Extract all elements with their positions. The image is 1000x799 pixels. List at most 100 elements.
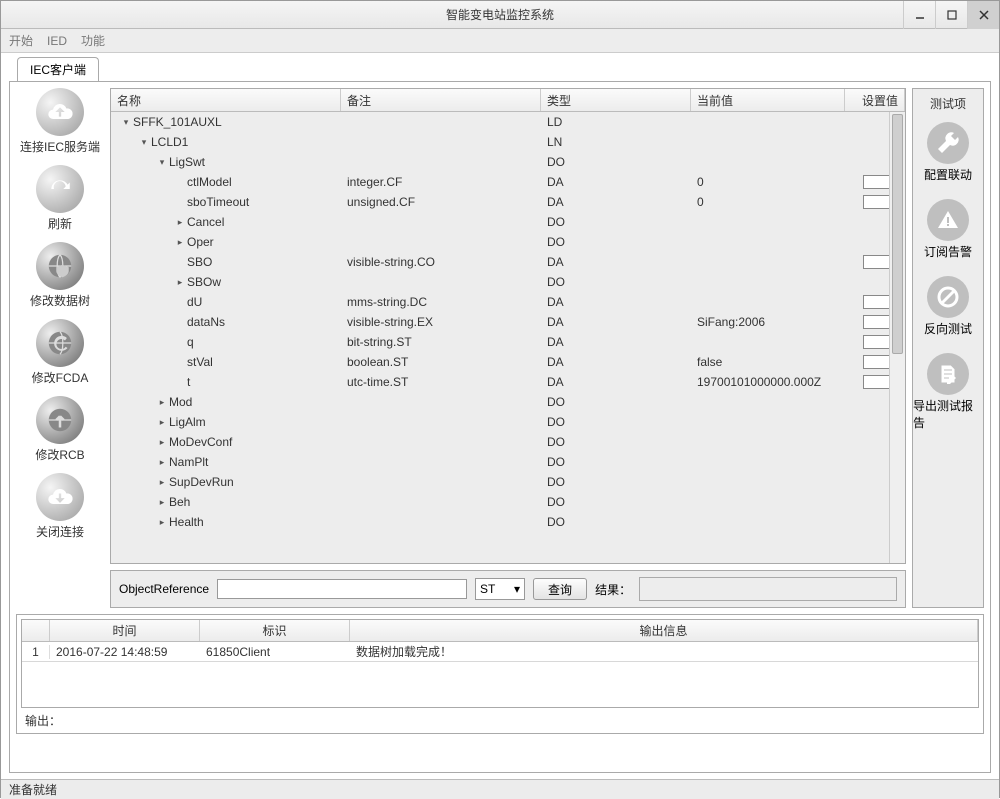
log-col-msg[interactable]: 输出信息 <box>350 620 978 641</box>
tree-node-type: DA <box>541 175 691 189</box>
connect-iec-button[interactable]: 连接IEC服务端 <box>20 88 100 155</box>
export-report-button[interactable]: 导出测试报告 <box>913 353 983 431</box>
tree-row[interactable]: ▸NamPlt DO <box>111 452 905 472</box>
tree-expander-icon[interactable]: ▸ <box>157 517 167 528</box>
data-tree-grid[interactable]: 名称 备注 类型 当前值 设置值 ▾SFFK_101AUXLLD▾LCLD1LN… <box>110 88 906 564</box>
globe-shield-icon <box>36 242 84 290</box>
tree-expander-icon[interactable]: ▸ <box>157 457 167 468</box>
tree-expander-icon[interactable]: ▾ <box>121 117 131 128</box>
tree-row[interactable]: stValboolean.STDAfalse <box>111 352 905 372</box>
tree-node-type: DA <box>541 295 691 309</box>
refresh-label: 刷新 <box>48 215 72 232</box>
tree-row[interactable]: dataNsvisible-string.EXDASiFang:2006 <box>111 312 905 332</box>
vertical-scrollbar[interactable] <box>889 112 905 563</box>
close-button[interactable] <box>967 1 999 29</box>
subscribe-alarm-button[interactable]: 订阅告警 <box>924 199 972 260</box>
log-table: 时间 标识 输出信息 1 2016-07-22 14:48:59 61850Cl… <box>21 619 979 708</box>
close-connection-button[interactable]: 关闭连接 <box>36 473 84 540</box>
modify-rcb-button[interactable]: 修改RCB <box>35 396 84 463</box>
tree-node-name: Beh <box>169 495 190 509</box>
grid-header: 名称 备注 类型 当前值 设置值 <box>111 89 905 112</box>
refresh-button[interactable]: 刷新 <box>36 165 84 232</box>
window-controls <box>903 1 999 29</box>
tree-node-remark: integer.CF <box>341 175 541 189</box>
tree-expander-icon[interactable]: ▸ <box>157 397 167 408</box>
col-curval[interactable]: 当前值 <box>691 89 845 111</box>
log-cell-flag: 61850Client <box>200 645 350 659</box>
cloud-upload-icon <box>36 88 84 136</box>
tree-row[interactable]: sboTimeoutunsigned.CFDA0 <box>111 192 905 212</box>
tree-node-type: DO <box>541 515 691 529</box>
tree-expander-icon[interactable]: ▾ <box>139 137 149 148</box>
result-label: 结果： <box>595 581 631 598</box>
modify-fcda-label: 修改FCDA <box>32 369 89 386</box>
globe-refresh-icon <box>36 319 84 367</box>
tree-node-type: DA <box>541 375 691 389</box>
menu-start[interactable]: 开始 <box>9 32 33 49</box>
tree-row[interactable]: ▸SBOwDO <box>111 272 905 292</box>
tree-node-type: DO <box>541 455 691 469</box>
maximize-button[interactable] <box>935 1 967 29</box>
close-connection-label: 关闭连接 <box>36 523 84 540</box>
tree-expander-icon[interactable]: ▸ <box>175 217 185 228</box>
tree-expander-icon[interactable]: ▾ <box>157 157 167 168</box>
tree-node-type: DA <box>541 255 691 269</box>
tree-row[interactable]: ▸HealthDO <box>111 512 905 532</box>
col-setval[interactable]: 设置值 <box>845 89 905 111</box>
tree-expander-icon[interactable]: ▸ <box>175 237 185 248</box>
config-link-button[interactable]: 配置联动 <box>924 122 972 183</box>
tree-row[interactable]: ▸BehDO <box>111 492 905 512</box>
status-bar: 准备就绪 <box>1 779 999 799</box>
tree-node-name: LigSwt <box>169 155 205 169</box>
menu-function[interactable]: 功能 <box>81 32 105 49</box>
tree-row[interactable]: ▸ModDO <box>111 392 905 412</box>
object-reference-input[interactable] <box>217 579 467 599</box>
tree-row[interactable]: ▾SFFK_101AUXL LD <box>111 112 905 132</box>
tree-expander-icon[interactable]: ▸ <box>175 277 185 288</box>
tree-expander-icon[interactable]: ▸ <box>157 497 167 508</box>
tree-row[interactable]: SBOvisible-string.CODA <box>111 252 905 272</box>
tree-row[interactable]: ▸SupDevRunDO <box>111 472 905 492</box>
col-remark[interactable]: 备注 <box>341 89 541 111</box>
modify-tree-button[interactable]: 修改数据树 <box>30 242 90 309</box>
menu-ied[interactable]: IED <box>47 34 67 48</box>
modify-fcda-button[interactable]: 修改FCDA <box>32 319 89 386</box>
tree-expander-icon[interactable]: ▸ <box>157 417 167 428</box>
right-toolbar: 测试项 配置联动 订阅告警 反向测试 导出测试报告 <box>912 88 984 608</box>
tree-row[interactable]: ▸MoDevConfDO <box>111 432 905 452</box>
tree-node-type: LD <box>541 115 691 129</box>
tree-node-name: dU <box>187 295 202 309</box>
tree-row[interactable]: tutc-time.STDA19700101000000.000Z <box>111 372 905 392</box>
tree-node-remark: unsigned.CF <box>341 195 541 209</box>
wrench-icon <box>927 122 969 164</box>
tree-row[interactable]: ▾LigSwt DO <box>111 152 905 172</box>
col-name[interactable]: 名称 <box>111 89 341 111</box>
tree-expander-icon[interactable]: ▸ <box>157 477 167 488</box>
tree-row[interactable]: ctlModelinteger.CFDA0 <box>111 172 905 192</box>
tree-node-type: DA <box>541 355 691 369</box>
col-type[interactable]: 类型 <box>541 89 691 111</box>
tree-node-name: NamPlt <box>169 455 208 469</box>
tree-row[interactable]: ▾LCLD1LN <box>111 132 905 152</box>
cloud-download-icon <box>36 473 84 521</box>
log-cell-msg: 数据树加载完成！ <box>350 643 978 660</box>
tree-row[interactable]: ▸CancelDO <box>111 212 905 232</box>
tree-node-name: SFFK_101AUXL <box>133 115 222 129</box>
tab-iec-client[interactable]: IEC客户端 <box>17 57 99 81</box>
log-row[interactable]: 1 2016-07-22 14:48:59 61850Client 数据树加载完… <box>22 642 978 662</box>
tree-expander-icon[interactable]: ▸ <box>157 437 167 448</box>
tree-node-name: Mod <box>169 395 192 409</box>
minimize-button[interactable] <box>903 1 935 29</box>
log-col-flag[interactable]: 标识 <box>200 620 350 641</box>
tree-node-name: SBOw <box>187 275 221 289</box>
tree-row[interactable]: ▸OperDO <box>111 232 905 252</box>
tree-row[interactable]: ▸LigAlmDO <box>111 412 905 432</box>
tree-row[interactable]: qbit-string.STDA <box>111 332 905 352</box>
tree-row[interactable]: dUmms-string.DCDA <box>111 292 905 312</box>
query-button[interactable]: 查询 <box>533 578 587 600</box>
tree-node-type: DO <box>541 155 691 169</box>
scrollbar-thumb[interactable] <box>892 114 903 354</box>
fc-select[interactable]: ST ▾ <box>475 578 525 600</box>
reverse-test-button[interactable]: 反向测试 <box>924 276 972 337</box>
log-col-time[interactable]: 时间 <box>50 620 200 641</box>
